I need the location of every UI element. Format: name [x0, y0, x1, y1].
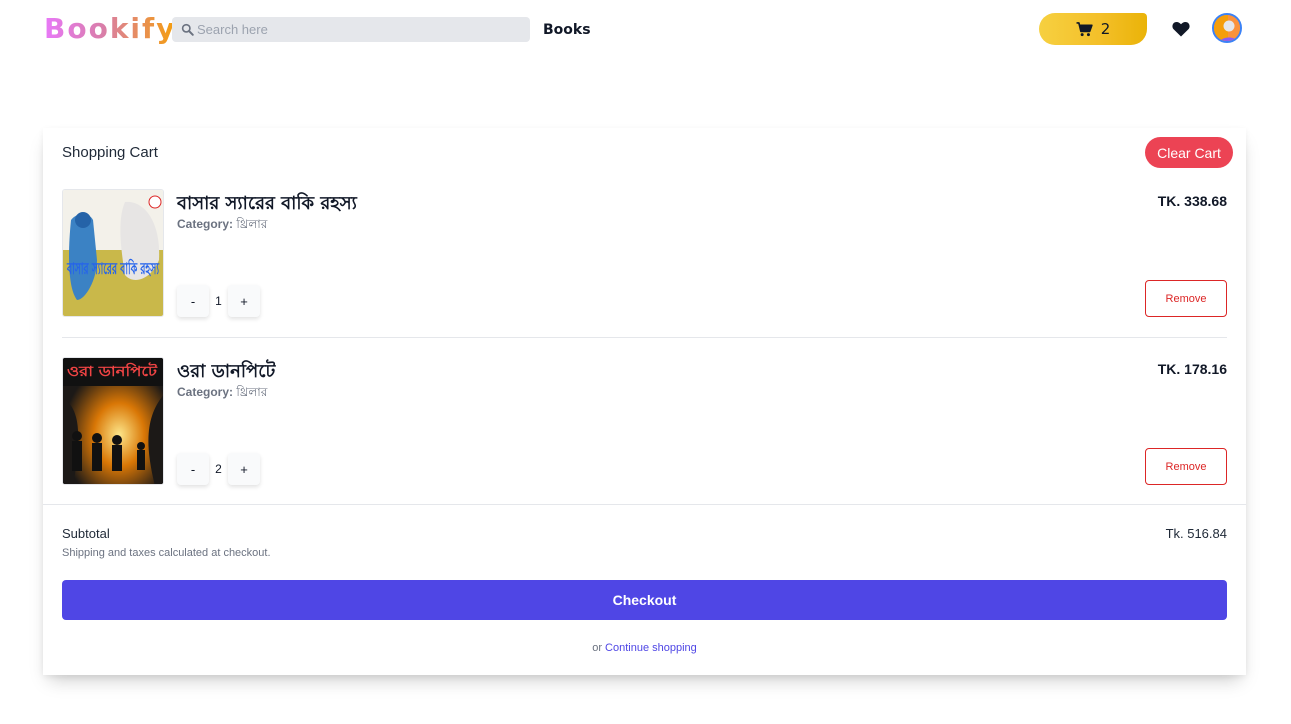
checkout-button[interactable]: Checkout	[62, 580, 1227, 620]
continue-shopping-row: or Continue shopping	[43, 642, 1246, 654]
cart-icon	[1076, 21, 1093, 36]
avatar-image	[1214, 15, 1240, 41]
category-value: থ্রিলার	[236, 385, 268, 399]
cart-title: Shopping Cart	[62, 144, 158, 161]
logo[interactable]: Bookify	[44, 12, 176, 45]
cart-button[interactable]: 2	[1039, 13, 1147, 45]
subtotal-label: Subtotal	[62, 526, 110, 541]
book-category: Category: থ্রিলার	[177, 216, 267, 236]
item-price: TK. 338.68	[1157, 193, 1227, 209]
nav-link-books[interactable]: Books	[543, 22, 591, 38]
decrease-quantity-button[interactable]: -	[177, 453, 209, 485]
quantity-value: 2	[215, 462, 222, 476]
book-cover-image[interactable]: ওরা ডানপিটে	[62, 357, 164, 485]
cart-count-badge: 2	[1100, 20, 1111, 38]
clear-cart-button[interactable]: Clear Cart	[1145, 137, 1233, 168]
summary-divider	[43, 504, 1246, 505]
category-value: থ্রিলার	[236, 217, 268, 231]
remove-item-button[interactable]: Remove	[1145, 448, 1227, 485]
remove-item-button[interactable]: Remove	[1145, 280, 1227, 317]
search-input[interactable]	[197, 22, 517, 37]
quantity-stepper: - 2 +	[177, 453, 260, 485]
cover-text: বাসার স্যারের বাকি রহস্য	[66, 258, 159, 278]
cart-item: ওরা ডানপিটে ওরা ডানপিটে Category: থ্রিলা…	[62, 357, 1227, 487]
avatar[interactable]	[1212, 13, 1242, 43]
heart-icon[interactable]	[1172, 21, 1190, 37]
book-cover-art: বাসার স্যারের বাকি রহস্য	[63, 190, 163, 316]
cart-item: বাসার স্যারের বাকি রহস্য বাসার স্যারের ব…	[62, 189, 1227, 319]
search-bar[interactable]	[172, 17, 530, 42]
continue-prefix: or	[592, 642, 602, 654]
item-divider	[62, 337, 1227, 338]
quantity-stepper: - 1 +	[177, 285, 260, 317]
search-icon	[181, 23, 194, 36]
subtotal-value: Tk. 516.84	[1165, 526, 1227, 541]
continue-shopping-link[interactable]: Continue shopping	[605, 642, 697, 654]
book-cover-image[interactable]: বাসার স্যারের বাকি রহস্য	[62, 189, 164, 317]
shopping-cart-panel: Shopping Cart Clear Cart বাসার স্যারের ব…	[43, 128, 1246, 675]
category-label: Category:	[177, 385, 234, 399]
book-cover-art: ওরা ডানপিটে	[63, 358, 163, 484]
increase-quantity-button[interactable]: +	[228, 285, 260, 317]
quantity-value: 1	[215, 294, 222, 308]
shipping-note: Shipping and taxes calculated at checkou…	[62, 547, 271, 559]
top-navbar: Bookify Books 2	[0, 0, 1291, 60]
category-label: Category:	[177, 217, 234, 231]
decrease-quantity-button[interactable]: -	[177, 285, 209, 317]
increase-quantity-button[interactable]: +	[228, 453, 260, 485]
item-price: TK. 178.16	[1157, 361, 1227, 377]
cover-text: ওরা ডানপিটে	[67, 362, 159, 380]
book-category: Category: থ্রিলার	[177, 384, 267, 404]
